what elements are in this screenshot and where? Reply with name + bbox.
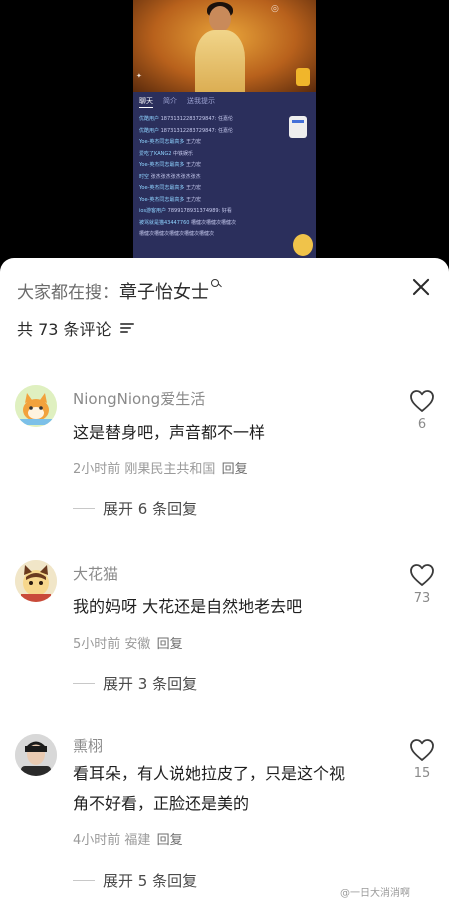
chat-message: 被骂就是猫43447760 槽健次槽健次槽健次 xyxy=(139,219,237,226)
comment-location: 福建 xyxy=(124,833,151,848)
avatar[interactable] xyxy=(15,734,57,776)
singer-head xyxy=(209,6,231,32)
sort-icon[interactable] xyxy=(119,322,134,334)
reply-button[interactable]: 回复 xyxy=(157,833,183,848)
like-button[interactable]: 6 xyxy=(408,389,436,432)
chat-message: Yoe-英杰同志最高多 王力宏 xyxy=(139,162,201,168)
tab-chat[interactable]: 聊天 xyxy=(139,96,153,106)
comment-text: 这是替身吧，声音都不一样 xyxy=(73,423,266,442)
divider-line xyxy=(73,683,95,684)
chat-message: Yoe-英杰同志最高多 王力宏 xyxy=(139,185,201,191)
stage-badge: ✦ xyxy=(136,72,142,80)
chat-message: Yoe-英杰同志最高多 王力宏 xyxy=(139,196,201,203)
comment-meta: 4小时前 福建 回复 xyxy=(73,829,183,848)
comment-count-row: 共 73 条评论 xyxy=(17,316,134,340)
like-count: 73 xyxy=(413,591,431,606)
tab-hint[interactable]: 送我提示 xyxy=(187,96,215,106)
comment-time: 2小时前 xyxy=(73,462,121,477)
like-button[interactable]: 73 xyxy=(408,563,436,606)
video-player[interactable]: ◎ ✦ 聊天 简介 送我提示 优酷用户 18731312283729847: 任… xyxy=(0,0,449,262)
channel-logo: ◎ xyxy=(271,4,279,14)
avatar[interactable] xyxy=(15,560,57,602)
stage-video-frame: ◎ ✦ xyxy=(133,0,316,92)
live-chat-panel: 聊天 简介 送我提示 优酷用户 18731312283729847: 任嘉伦 优… xyxy=(133,92,316,262)
chat-message: ios游客用户 7899178931374989: 好看 xyxy=(139,208,232,214)
tab-intro[interactable]: 简介 xyxy=(163,96,177,106)
chat-message: 爱吃了KANG2 中铁娱乐 xyxy=(139,150,194,157)
comment-count: 共 73 条评论 xyxy=(17,320,112,339)
like-count: 15 xyxy=(413,766,431,781)
divider-line xyxy=(73,880,95,881)
comment-meta: 5小时前 安徽 回复 xyxy=(73,633,183,652)
avatar[interactable] xyxy=(15,385,57,427)
comment-username[interactable]: 熏栩 xyxy=(73,735,103,756)
expand-replies-label: 展开 3 条回复 xyxy=(103,675,198,693)
clipboard-icon[interactable] xyxy=(289,116,307,138)
expand-replies-button[interactable]: 展开 5 条回复 xyxy=(73,870,197,891)
chat-message-list: 优酷用户 18731312283729847: 任嘉伦 优酷用户 1873131… xyxy=(139,114,289,241)
chat-message: Yoe-英杰同志最高多 王力宏 xyxy=(139,139,201,145)
heart-icon xyxy=(410,390,434,412)
reply-button[interactable]: 回复 xyxy=(222,462,248,477)
like-count: 6 xyxy=(417,417,427,432)
trending-search[interactable]: 大家都在搜：章子怡女士 xyxy=(17,278,221,304)
tab-indicator xyxy=(139,107,153,108)
heart-icon xyxy=(410,739,434,761)
comment-location: 刚果民主共和国 xyxy=(124,462,216,477)
sticker-icon xyxy=(293,234,313,256)
singer-dress xyxy=(195,30,245,92)
reply-button[interactable]: 回复 xyxy=(157,637,183,652)
expand-replies-button[interactable]: 展开 3 条回复 xyxy=(73,673,197,694)
expand-replies-label: 展开 5 条回复 xyxy=(103,872,198,890)
chat-message: 优酷用户 18731312283729847: 任嘉伦 xyxy=(139,127,233,134)
comment-username[interactable]: 大花猫 xyxy=(73,563,118,584)
comment-username[interactable]: NiongNiong爱生活 xyxy=(73,388,205,409)
trending-search-keyword[interactable]: 章子怡女士 xyxy=(119,282,209,303)
expand-replies-label: 展开 6 条回复 xyxy=(103,500,198,518)
comment-text: 看耳朵，有人说她拉皮了，只是这个视 角不好看，正脸还是美的 xyxy=(73,764,346,813)
chat-message: 优酷用户 18731312283729847: 任嘉伦 xyxy=(139,116,233,122)
search-icon xyxy=(211,278,221,288)
chat-message: 槽健次槽健次槽健次槽健次槽健次 xyxy=(139,231,215,237)
gift-icon xyxy=(296,68,310,86)
chat-tabs: 聊天 简介 送我提示 xyxy=(139,96,215,106)
comment-sheet: 大家都在搜：章子怡女士 共 73 条评论 NiongNiong爱生活 这是替身吧… xyxy=(0,258,449,904)
watermark: @一日大消消啊 xyxy=(340,888,410,899)
comment-location: 安徽 xyxy=(124,637,151,652)
comment-time: 4小时前 xyxy=(73,833,121,848)
expand-replies-button[interactable]: 展开 6 条回复 xyxy=(73,498,197,519)
divider-line xyxy=(73,508,95,509)
chat-message: 时空 张杰张杰张杰张杰张杰 xyxy=(139,173,201,180)
heart-icon xyxy=(410,564,434,586)
like-button[interactable]: 15 xyxy=(408,738,436,781)
trending-search-prefix: 大家都在搜： xyxy=(17,283,119,303)
close-icon[interactable] xyxy=(408,274,434,300)
comment-meta: 2小时前 刚果民主共和国 回复 xyxy=(73,458,248,477)
comment-time: 5小时前 xyxy=(73,637,121,652)
comment-text: 我的妈呀 大花还是自然地老去吧 xyxy=(73,597,303,616)
